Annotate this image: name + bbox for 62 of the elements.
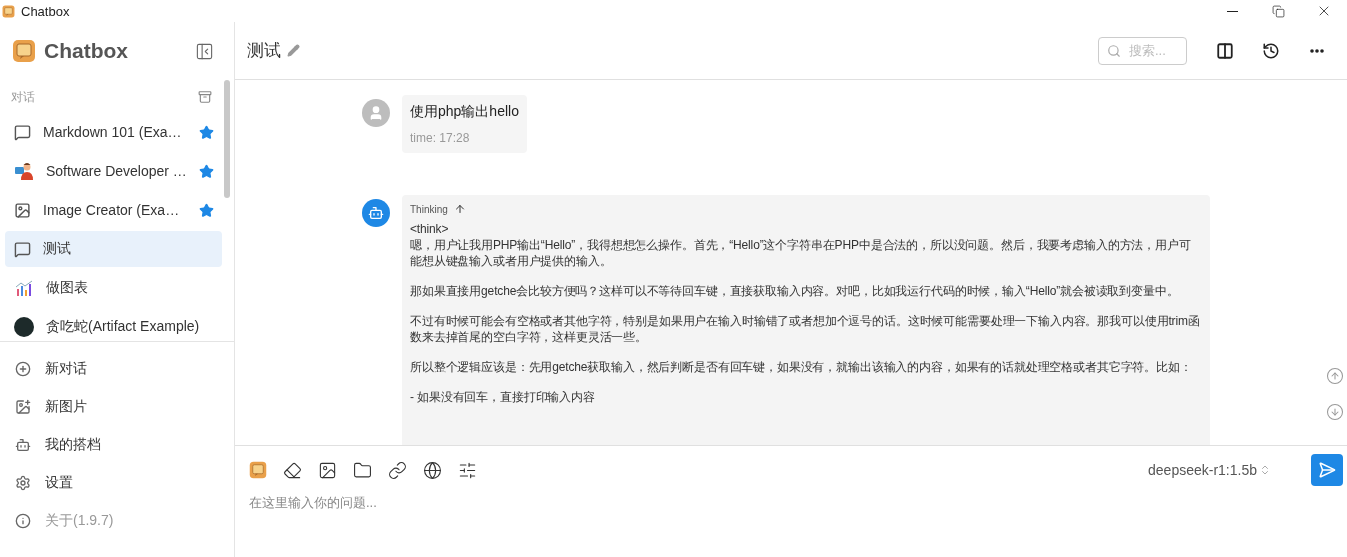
brand-name: Chatbox	[44, 39, 129, 63]
scroll-bottom-button[interactable]	[1326, 403, 1344, 421]
archive-button[interactable]	[198, 90, 212, 104]
conversation-item[interactable]: Markdown 101 (Exa…	[5, 114, 222, 150]
image-icon	[14, 201, 31, 219]
thinking-label: Thinking	[410, 203, 448, 215]
user-avatar	[362, 99, 390, 127]
plus-icon	[15, 361, 31, 377]
folder-button[interactable]	[353, 460, 372, 480]
chat-icon	[14, 123, 31, 141]
conversation-item[interactable]: 做图表	[5, 270, 222, 306]
menu-item[interactable]: 设置	[0, 464, 234, 502]
image-button[interactable]	[318, 460, 337, 480]
link-button[interactable]	[388, 460, 407, 480]
section-label: 对话	[11, 88, 35, 106]
message-paragraph: <think> 嗯，用户让我用PHP输出“Hello”，我得想想怎么操作。首先，“Hello”这个字符串在PHP中是合法的，所以没问题。然后，我要考虑输入的方法，用户可能想从键盘输入或者用户提供的输入。	[410, 221, 1192, 269]
minimize-icon	[1226, 10, 1238, 12]
assistant-avatar	[362, 199, 390, 227]
message-paragraph: 那如果直接用getche会比较方便吗？这样可以不等待回车键，直接获取输入内容。对吧，比如我运行代码的时候，输入“Hello”就会被读取到变量中。	[410, 283, 1180, 299]
message-text: 使用php输出hello	[410, 103, 519, 121]
settings-icon	[15, 475, 31, 491]
message-time: time: 17:28	[410, 131, 471, 145]
conversation-item[interactable]: 贪吃蛇(Artifact Example)	[5, 309, 222, 341]
history-icon	[1262, 41, 1280, 60]
menu-item[interactable]: 我的搭档	[0, 426, 234, 464]
conversation-item[interactable]: Software Developer …	[5, 153, 222, 189]
columns-icon	[1216, 41, 1234, 60]
avatar-icon	[14, 317, 34, 337]
message-paragraph: - 如果没有回车，直接打印输入内容	[410, 389, 596, 405]
message-paragraph: 不过有时候可能会有空格或者其他字符，特别是如果用户在输入时输错了或者想加个逗号的话。这时候可能需要处理一下输入内容。那我可以使用trim函数来去掉首尾的空白字符，这样更灵活一些。	[410, 313, 1201, 345]
send-icon	[1318, 461, 1336, 479]
robot-icon	[15, 437, 31, 453]
chart-icon	[14, 278, 34, 298]
message-paragraph: 所以整个逻辑应该是：先用getche获取输入，然后判断是否有回车键，如果没有，就输出该输入的内容，如果有的话就处理空格或者其它字符。比如：	[410, 359, 1193, 375]
search-field[interactable]: 搜索...	[1098, 36, 1187, 65]
collapse-thinking-button[interactable]	[453, 203, 466, 215]
sliders-button[interactable]	[458, 460, 477, 480]
chatbox-logo-icon	[12, 39, 36, 63]
window-title: Chatbox	[21, 3, 71, 19]
restore-icon	[1271, 4, 1285, 18]
eraser-button[interactable]	[283, 460, 302, 480]
scroll-top-button[interactable]	[1326, 367, 1344, 385]
edit-button[interactable]	[287, 44, 300, 57]
conversation-item[interactable]: 测试	[5, 231, 222, 267]
collapse-sidebar-button[interactable]	[195, 41, 214, 61]
scrollbar-thumb[interactable]	[224, 80, 230, 198]
info-icon	[15, 513, 31, 529]
search-icon	[1107, 43, 1121, 58]
more-icon	[1310, 48, 1324, 53]
developer-icon	[14, 161, 34, 181]
chevron-icon	[1259, 464, 1271, 476]
chat-icon	[14, 240, 31, 258]
menu-item[interactable]: 新图片	[0, 388, 234, 426]
conversation-title: 测试	[247, 40, 281, 62]
app-logo-icon	[2, 4, 15, 18]
image-plus-icon	[15, 399, 31, 415]
chatbox-logo-icon	[249, 461, 267, 479]
menu-item[interactable]: 新对话	[0, 350, 234, 388]
send-button[interactable]	[1311, 454, 1343, 486]
model-selector[interactable]: deepseek-r1:1.5b	[1148, 462, 1271, 478]
globe-button[interactable]	[423, 460, 442, 480]
conversation-item[interactable]: Image Creator (Exa…	[5, 192, 222, 228]
